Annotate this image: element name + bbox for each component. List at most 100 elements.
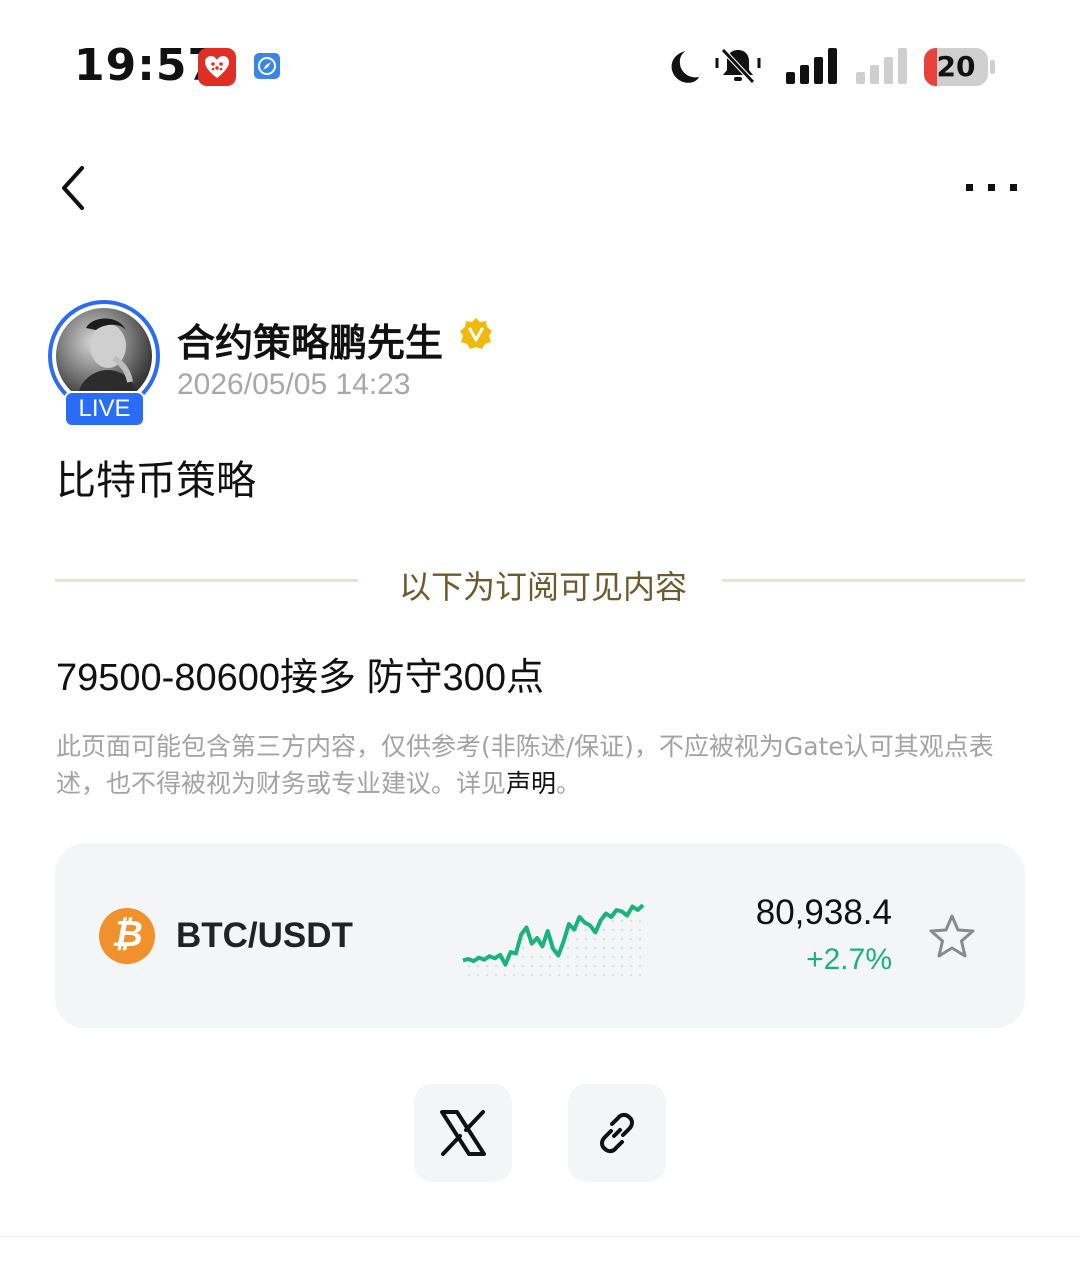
sparkline-area-dot [494,964,498,968]
sparkline-area-dot [638,973,642,977]
sparkline-area-dot [620,928,624,932]
sparkline-area-dot [539,964,543,968]
post-timestamp: 2026/05/05 14:23 [177,368,411,401]
sparkline-area-dot [593,937,597,941]
sparkline-area-dot [485,973,489,977]
sparkline-area-dot [548,973,552,977]
sparkline-area-dot [611,937,615,941]
battery-tip [990,60,995,74]
sparkline-area-dot [584,955,588,959]
author-name[interactable]: 合约策略鹏先生 [177,312,443,367]
sparkline-area-dot [575,973,579,977]
sparkline-area-dot [530,973,534,977]
sparkline-area-dot [503,973,507,977]
more-horizontal-icon [966,184,1017,191]
disclaimer-statement-link[interactable]: 声明 [506,769,556,798]
battery-indicator: 20 [924,48,988,86]
sparkline-area-dot [620,919,624,923]
battery-level: 20 [936,50,976,83]
divider-line-left [55,579,358,582]
status-bar: 19:57 20 [0,0,1080,135]
sparkline-area-dot [557,964,561,968]
sparkline-area-dot [611,919,615,923]
bottom-divider [0,1236,1080,1237]
post-title: 比特币策略 [56,458,256,504]
sparkline-area-dot [575,955,579,959]
disclaimer-end: 。 [556,769,582,798]
secondary-signal-icon [856,48,907,84]
link-icon [600,1112,634,1154]
live-badge[interactable]: LIVE [64,391,145,427]
bitcoin-icon: ₿ [99,908,155,964]
sparkline-area-dot [584,928,588,932]
divider-line-right [722,579,1025,582]
star-outline-icon[interactable] [928,913,976,959]
sparkline-area-dot [566,937,570,941]
sparkline-area-dot [611,928,615,932]
sparkline-area-dot [566,946,570,950]
sparkline-area-dot [584,937,588,941]
sparkline-area-dot [575,937,579,941]
sparkline-area-dot [611,964,615,968]
back-button[interactable] [52,162,102,214]
share-to-x-button[interactable] [414,1084,512,1182]
sparkline-area-dot [521,955,525,959]
post-body: 79500-80600接多 防守300点 [56,657,544,699]
sparkline-area-dot [620,955,624,959]
subscriber-divider: 以下为订阅可见内容 [55,560,1025,606]
sparkline-area-dot [467,964,471,968]
sparkline-area-dot [638,955,642,959]
sparkline-area-dot [530,964,534,968]
sparkline-area-dot [494,973,498,977]
sparkline-area-dot [638,937,642,941]
sparkline-area-dot [638,919,642,923]
sparkline-area-dot [620,946,624,950]
sparkline-area-dot [548,955,552,959]
do-not-disturb-moon-icon [671,51,699,83]
copy-link-button[interactable] [568,1084,666,1182]
sparkline-area-dot [629,937,633,941]
sparkline-area-dot [512,973,516,977]
sparkline-area-dot [638,964,642,968]
sparkline-area-dot [539,955,543,959]
sparkline-area-dot [593,946,597,950]
disclaimer: 此页面可能包含第三方内容，仅供参考(非陈述/保证)，不应被视为Gate认可其观点… [56,728,1031,802]
sparkline-area-dot [638,946,642,950]
avatar-photo [56,308,152,404]
sparkline-area-dot [638,928,642,932]
sparkline-area-dot [593,973,597,977]
sparkline-area-dot [566,955,570,959]
x-logo-icon [440,1110,486,1156]
sparkline-area-dot [521,946,525,950]
ticker-price: 80,938.4 [755,893,892,932]
sparkline-area-dot [611,946,615,950]
more-options-button[interactable] [960,172,1024,202]
sparkline-area-dot [467,973,471,977]
sparkline-area-dot [620,964,624,968]
sparkline-area-dot [485,964,489,968]
sparkline-area-dot [620,973,624,977]
sparkline-area-dot [575,964,579,968]
sparkline-area-dot [566,964,570,968]
sparkline-area-dot [602,937,606,941]
trading-pair: BTC/USDT [176,916,353,955]
sparkline-area-dot [557,973,561,977]
sparkline-area-dot [584,973,588,977]
sparkline-area-dot [629,928,633,932]
sparkline-area-dot [476,964,480,968]
sparkline-area-dot [530,955,534,959]
sparkline-area-dot [566,973,570,977]
ticker-card[interactable]: ₿ BTC/USDT 80,938.4 +2.7% [55,843,1025,1028]
sparkline-area-dot [602,964,606,968]
sparkline-area-dot [593,964,597,968]
bitcoin-symbol: ₿ [111,913,143,954]
sparkline-area-dot [611,973,615,977]
sparkline-area-dot [584,964,588,968]
sparkline-area-dot [575,946,579,950]
sparkline-area-dot [602,955,606,959]
subscriber-divider-text: 以下为订阅可见内容 [398,568,687,606]
sparkline-area-dot [539,973,543,977]
sparkline-area-dot [521,964,525,968]
sparkline-area-dot [602,973,606,977]
price-sparkline [462,903,645,977]
